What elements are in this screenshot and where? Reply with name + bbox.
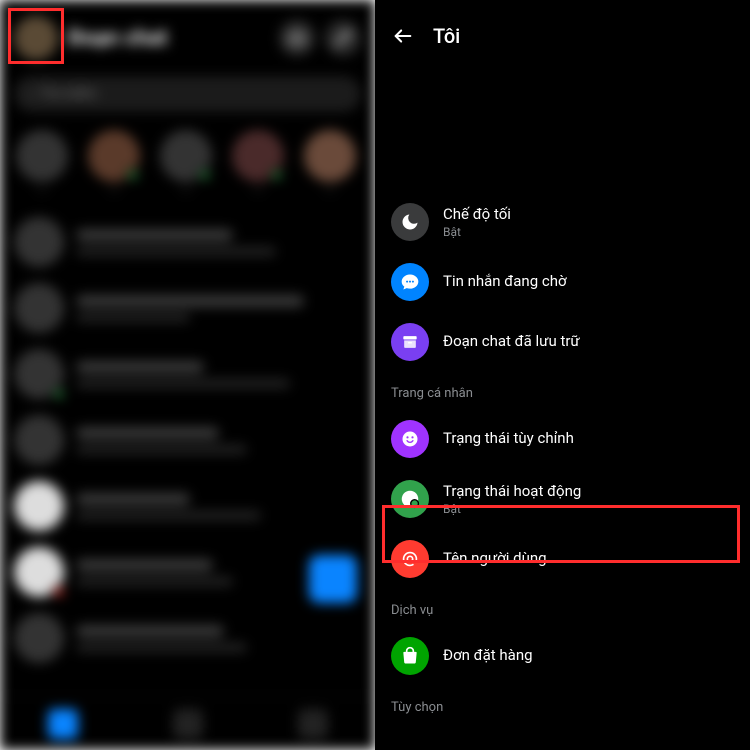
chat-row[interactable]: [8, 539, 367, 605]
setting-label: Trạng thái tùy chỉnh: [443, 429, 574, 449]
active-status-icon: [391, 480, 429, 518]
chat-row[interactable]: [8, 341, 367, 407]
tab-chats[interactable]: [48, 709, 78, 739]
moon-icon: [391, 203, 429, 241]
tab-people[interactable]: [173, 709, 203, 739]
setting-active-status[interactable]: Trạng thái hoạt động Bật: [375, 469, 750, 529]
settings-header: Tôi: [375, 0, 750, 62]
story-item[interactable]: ·····: [14, 130, 70, 197]
chats-title: Đoạn chat: [68, 26, 269, 51]
section-service: Dịch vụ: [375, 589, 750, 626]
message-waiting-icon: [391, 263, 429, 301]
chat-row[interactable]: [8, 407, 367, 473]
chat-row[interactable]: [8, 473, 367, 539]
settings-body: Chế độ tối Bật Tin nhắn đang chờ Đoạn ch…: [375, 62, 750, 723]
section-options: Tùy chọn: [375, 686, 750, 723]
setting-dark-mode[interactable]: Chế độ tối Bật: [375, 192, 750, 252]
bag-icon: [391, 637, 429, 675]
camera-icon[interactable]: [279, 20, 315, 56]
at-icon: [391, 540, 429, 578]
chat-row[interactable]: [8, 209, 367, 275]
archive-icon: [391, 323, 429, 361]
setting-label: Chế độ tối: [443, 205, 511, 225]
section-profile: Trang cá nhân: [375, 372, 750, 409]
chat-row[interactable]: [8, 605, 367, 671]
setting-label: Tin nhắn đang chờ: [443, 272, 567, 292]
search-placeholder: Tìm kiếm: [39, 86, 97, 102]
settings-title: Tôi: [433, 24, 460, 48]
profile-avatar[interactable]: [14, 16, 58, 60]
search-icon: ⌕: [28, 86, 36, 102]
setting-sublabel: Bật: [443, 225, 511, 239]
setting-message-requests[interactable]: Tin nhắn đang chờ: [375, 252, 750, 312]
tab-discover[interactable]: [298, 709, 328, 739]
smiley-icon: [391, 420, 429, 458]
chats-panel: Đoạn chat ⌕ Tìm kiếm ····· ····· ····· ·…: [0, 0, 375, 750]
chat-row[interactable]: [8, 275, 367, 341]
back-arrow-icon[interactable]: [389, 22, 417, 50]
story-item[interactable]: ·····: [86, 130, 142, 197]
story-item[interactable]: ·····: [230, 130, 286, 197]
settings-panel: Tôi Chế độ tối Bật Tin nhắn đang chờ: [375, 0, 750, 750]
story-item[interactable]: ·····: [302, 130, 358, 197]
setting-label: Đoạn chat đã lưu trữ: [443, 332, 580, 352]
setting-custom-status[interactable]: Trạng thái tùy chỉnh: [375, 409, 750, 469]
setting-username[interactable]: Tên người dùng: [375, 529, 750, 589]
chats-panel-content: Đoạn chat ⌕ Tìm kiếm ····· ····· ····· ·…: [0, 0, 375, 750]
setting-sublabel: Bật: [443, 502, 581, 516]
setting-archived-chats[interactable]: Đoạn chat đã lưu trữ: [375, 312, 750, 372]
search-input[interactable]: ⌕ Tìm kiếm: [14, 76, 361, 112]
chats-header: Đoạn chat: [0, 0, 375, 70]
chat-list: [0, 209, 375, 671]
setting-label: Đơn đặt hàng: [443, 646, 533, 666]
bottom-nav: [0, 696, 375, 750]
setting-label: Tên người dùng: [443, 549, 547, 569]
setting-orders[interactable]: Đơn đặt hàng: [375, 626, 750, 686]
stories-row: ····· ····· ····· ····· ·····: [0, 126, 375, 209]
story-item[interactable]: ·····: [158, 130, 214, 197]
compose-icon[interactable]: [325, 20, 361, 56]
setting-label: Trạng thái hoạt động: [443, 482, 581, 502]
